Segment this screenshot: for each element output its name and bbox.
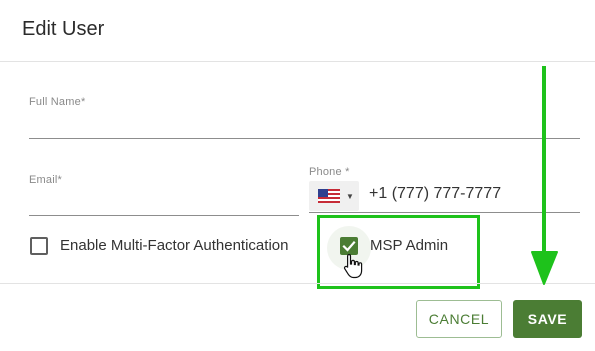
email-label: Email* xyxy=(29,174,62,186)
footer-divider xyxy=(0,283,595,284)
save-button[interactable]: SAVE xyxy=(513,300,582,338)
phone-label: Phone * xyxy=(309,166,350,178)
annotation-highlight-box xyxy=(317,215,480,289)
down-arrow-icon xyxy=(531,66,558,285)
mfa-checkbox[interactable] xyxy=(30,237,48,255)
dialog-header: Edit User xyxy=(0,0,595,62)
caret-down-icon: ▼ xyxy=(346,191,354,201)
email-field[interactable] xyxy=(29,190,299,214)
dialog-title: Edit User xyxy=(22,18,105,40)
phone-field[interactable]: +1 (777) 777-7777 xyxy=(369,185,501,203)
cancel-button[interactable]: CANCEL xyxy=(416,300,502,338)
email-underline xyxy=(29,215,299,216)
full-name-label: Full Name* xyxy=(29,96,86,108)
mfa-label: Enable Multi-Factor Authentication xyxy=(60,237,289,254)
full-name-field[interactable] xyxy=(29,112,580,136)
us-flag-icon xyxy=(318,189,340,203)
full-name-underline xyxy=(29,138,580,139)
country-code-select[interactable]: ▼ xyxy=(309,181,359,211)
hand-pointer-icon xyxy=(343,253,363,279)
